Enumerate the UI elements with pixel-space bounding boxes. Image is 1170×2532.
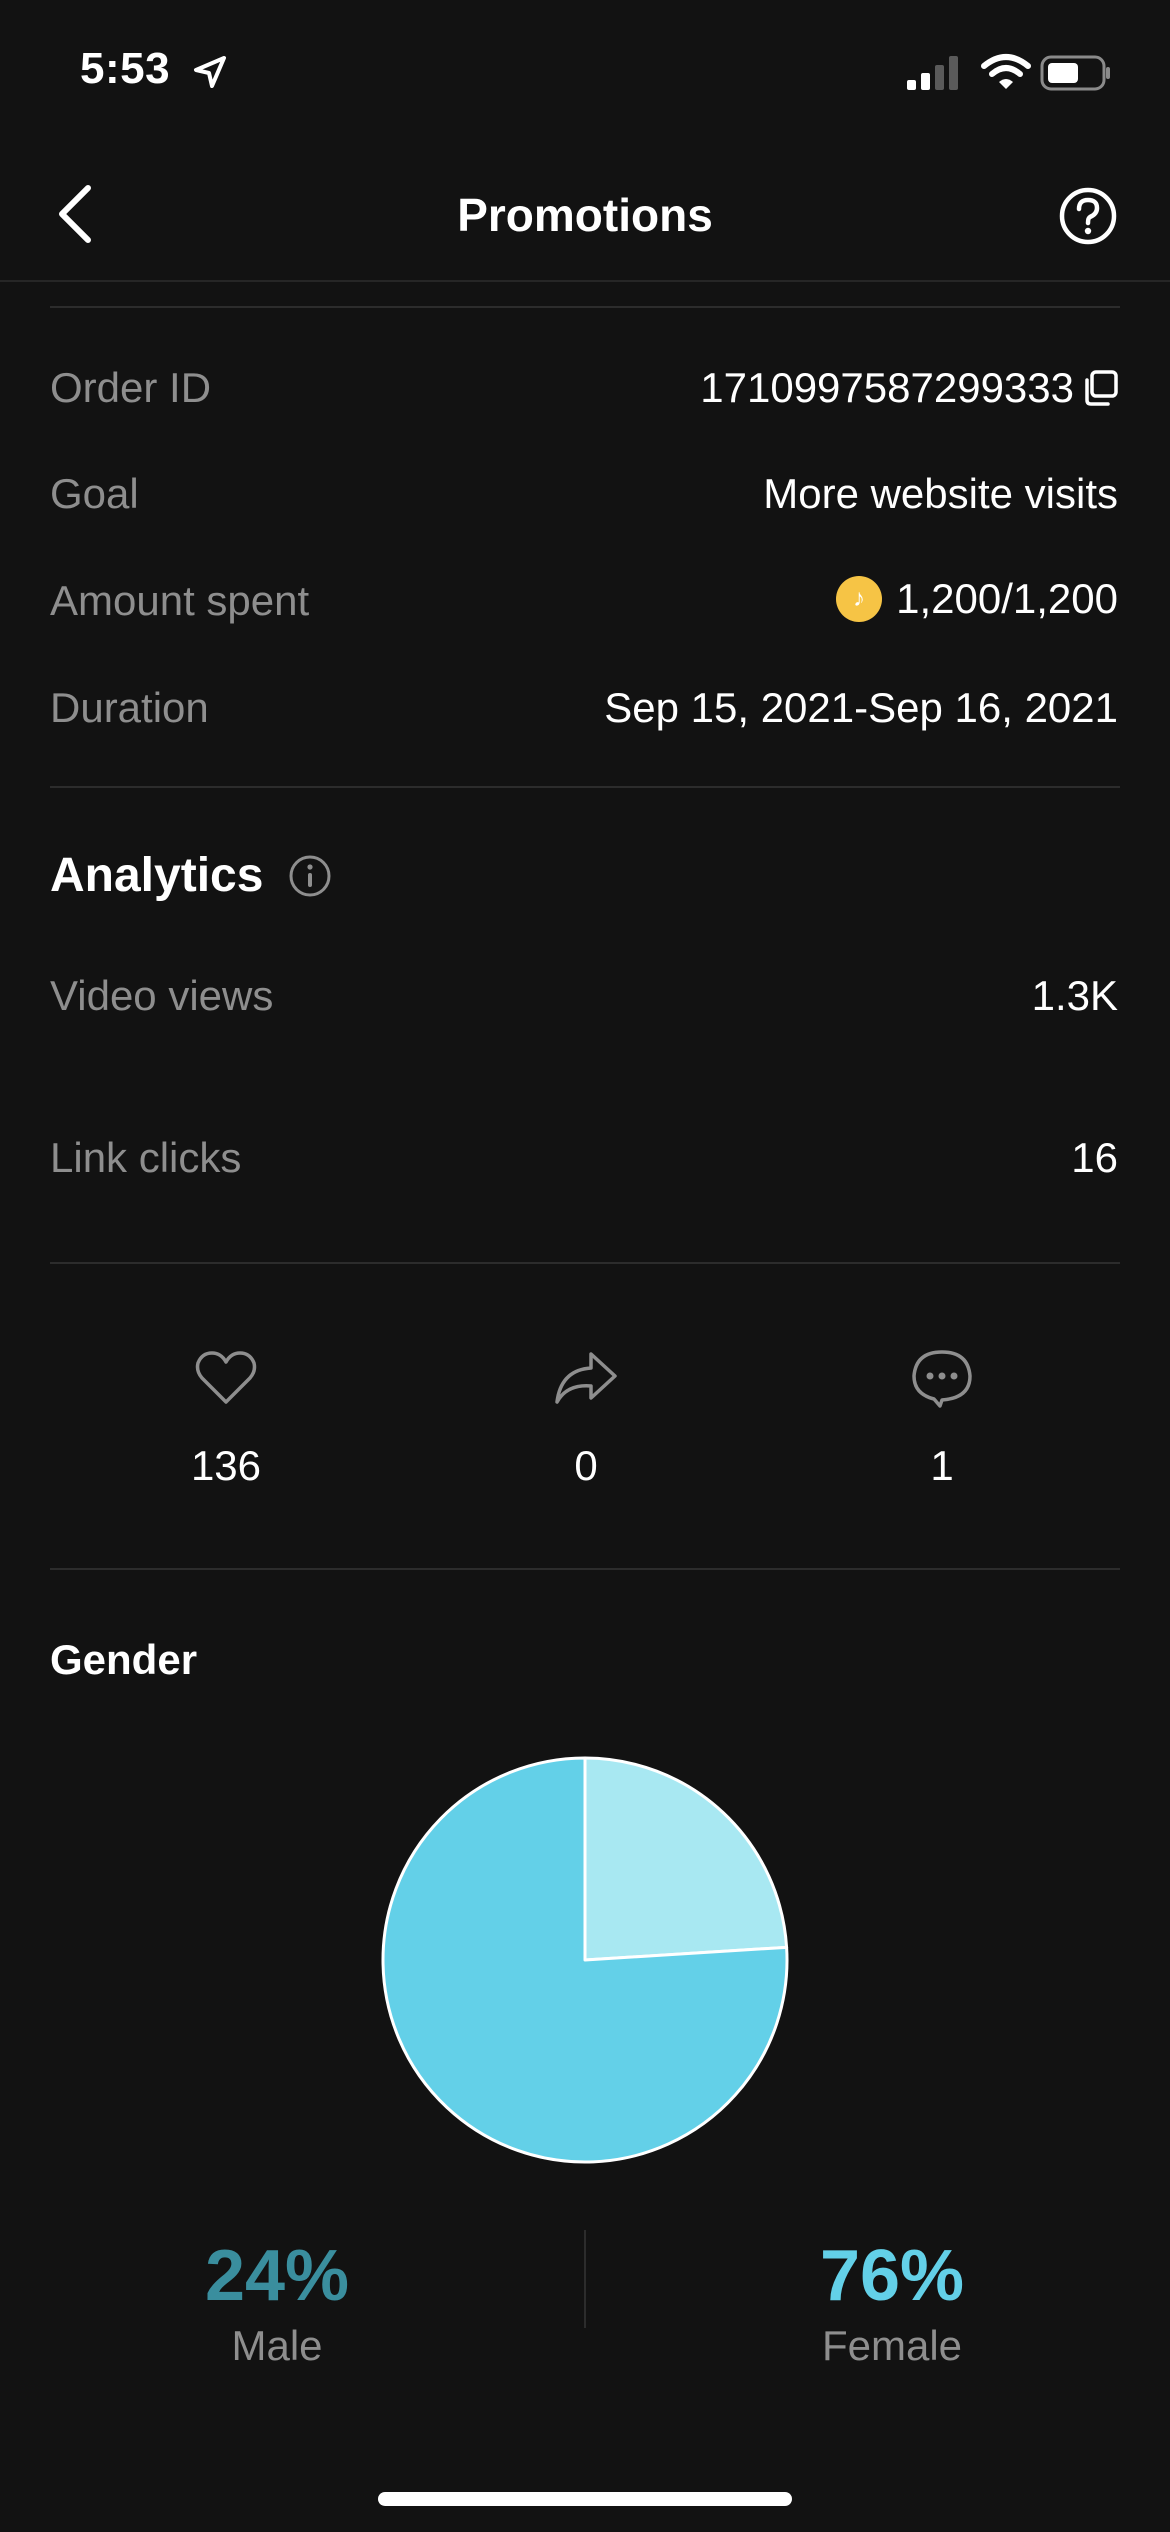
home-indicator[interactable] — [378, 2492, 792, 2506]
battery-icon — [1040, 55, 1110, 91]
analytics-title: Analytics — [50, 849, 264, 902]
comments-count: 1 — [930, 1442, 954, 1489]
duration-value: Sep 15, 2021-Sep 16, 2021 — [604, 684, 1118, 731]
divider — [50, 306, 1120, 308]
female-percent: 76% — [819, 2236, 965, 2316]
amount-spent-label: Amount spent — [50, 577, 310, 624]
female-label: Female — [821, 2322, 963, 2369]
order-id-value: 1710997587299333 — [700, 364, 1074, 411]
status-time: 5:53 — [80, 44, 171, 93]
shares-stat: 0 — [486, 1348, 686, 1490]
goal-label: Goal — [50, 470, 139, 517]
video-views-value: 1.3K — [1031, 972, 1118, 1019]
link-clicks-value: 16 — [1071, 1134, 1118, 1181]
divider — [50, 1262, 1120, 1264]
goal-value: More website visits — [763, 470, 1118, 517]
gender-divider — [584, 2230, 586, 2328]
likes-stat: 136 — [126, 1348, 326, 1490]
gender-title: Gender — [50, 1636, 198, 1683]
comments-stat: 1 — [842, 1348, 1042, 1490]
divider — [50, 786, 1120, 788]
comment-bubble-icon — [912, 1350, 972, 1408]
info-icon[interactable] — [288, 854, 332, 898]
copy-icon[interactable] — [1080, 368, 1120, 408]
location-arrow-icon — [194, 56, 226, 88]
coin-icon: ♪ — [836, 575, 883, 622]
amount-spent-row-value: ♪ 1,200/1,200 — [836, 572, 1118, 623]
amount-spent-value: 1,200/1,200 — [896, 574, 1118, 622]
share-arrow-icon — [555, 1352, 617, 1404]
page-title: Promotions — [457, 189, 713, 241]
duration-label: Duration — [50, 684, 209, 731]
male-label: Male — [231, 2322, 323, 2369]
order-id-label: Order ID — [50, 364, 212, 411]
header-divider — [0, 280, 1170, 282]
likes-count: 136 — [190, 1442, 262, 1489]
male-percent: 24% — [204, 2236, 350, 2316]
wifi-icon — [981, 54, 1031, 89]
gender-pie-chart — [381, 1756, 789, 2164]
link-clicks-label: Link clicks — [50, 1134, 242, 1181]
heart-icon — [195, 1351, 257, 1404]
order-id-row-value: 1710997587299333 — [700, 364, 1120, 412]
help-icon[interactable] — [1058, 186, 1118, 246]
video-views-label: Video views — [50, 972, 274, 1019]
shares-count: 0 — [574, 1442, 598, 1489]
cellular-signal-icon — [907, 56, 958, 90]
divider — [50, 1568, 1120, 1570]
pie-slice-male — [583, 1756, 789, 1962]
female-stat: 76% Female — [692, 2240, 1092, 2370]
male-stat: 24% Male — [77, 2240, 477, 2370]
